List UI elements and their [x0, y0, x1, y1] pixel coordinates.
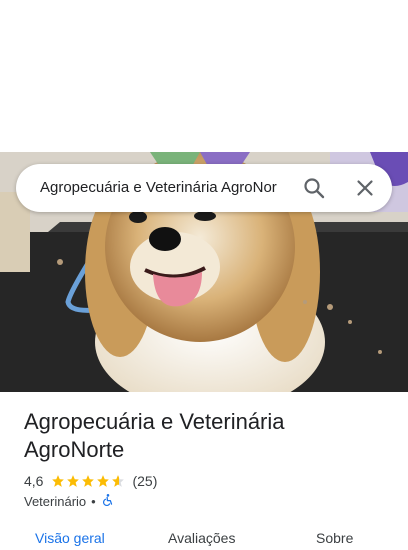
rating-value: 4,6 — [24, 473, 44, 489]
close-icon[interactable] — [353, 176, 377, 200]
rating-row[interactable]: 4,6 (25) — [24, 472, 157, 490]
search-bar[interactable]: Agropecuária e Veterinária AgroNor — [16, 164, 392, 212]
star-icon — [67, 475, 80, 487]
star-icon — [97, 475, 110, 487]
search-input[interactable]: Agropecuária e Veterinária AgroNor — [40, 179, 288, 196]
search-icon[interactable] — [302, 176, 326, 200]
separator-dot: • — [91, 494, 96, 509]
place-details-panel: Agropecuária e Veterinária AgroNorte 4,6… — [0, 392, 408, 546]
place-title: Agropecuária e Veterinária AgroNorte — [24, 409, 285, 462]
blank-area — [0, 0, 408, 152]
wheelchair-icon — [101, 493, 115, 510]
category-label: Veterinário — [24, 494, 87, 509]
review-count[interactable]: (25) — [132, 473, 157, 489]
star-icon — [82, 475, 95, 487]
tab-bar: Visão geral Avaliações Sobre — [0, 530, 408, 550]
category-row: Veterinário • — [24, 493, 115, 510]
star-icon — [52, 475, 65, 487]
star-icon — [112, 475, 125, 487]
star-rating — [51, 474, 126, 488]
